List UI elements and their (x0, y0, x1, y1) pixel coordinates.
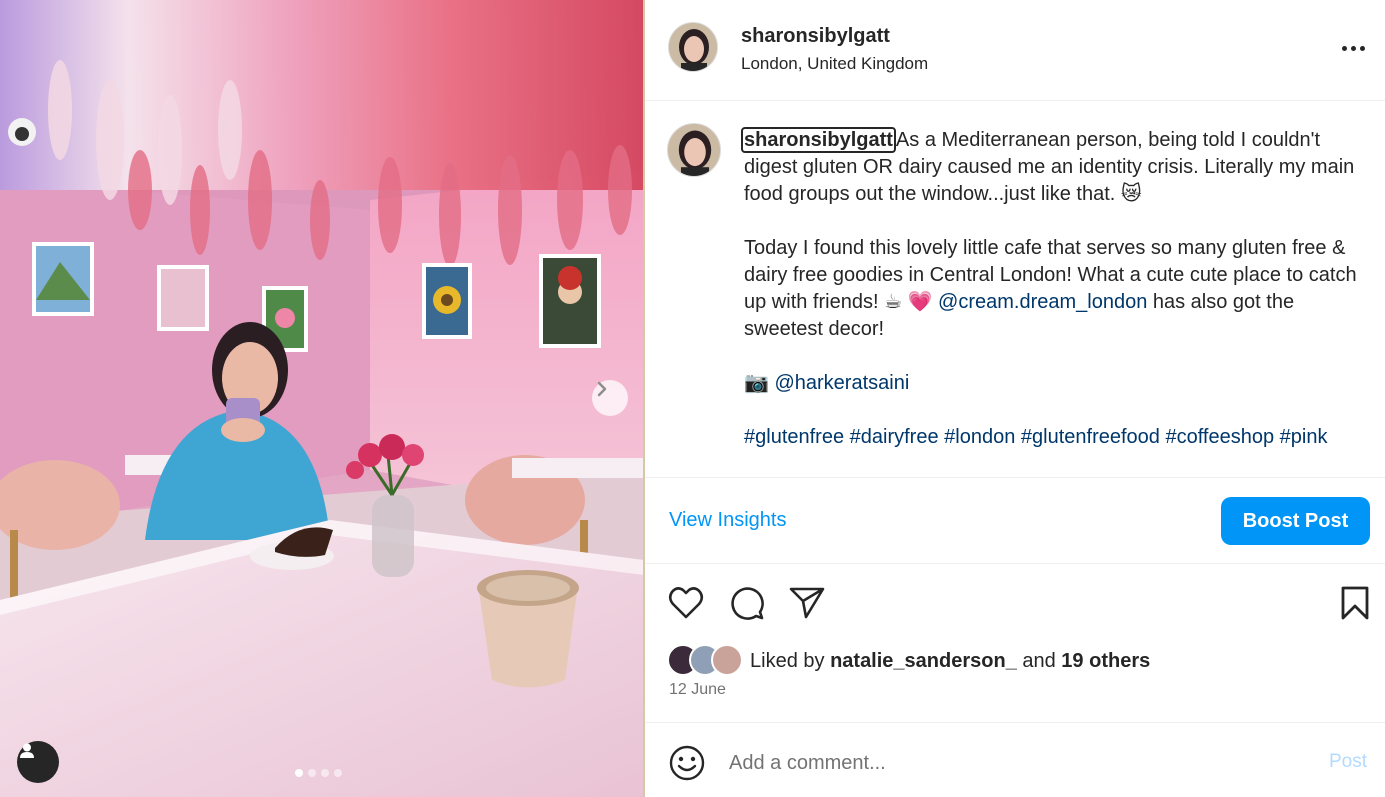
divider (645, 722, 1385, 723)
more-horizontal-icon (1341, 45, 1347, 51)
carousel-next-button[interactable] (592, 380, 628, 416)
emoji-picker-button[interactable] (667, 743, 707, 783)
share-button[interactable] (788, 584, 826, 622)
post-header: sharonsibylgatt London, United Kingdom (645, 0, 1385, 101)
more-dot (1350, 45, 1356, 51)
profile-photo-icon (669, 23, 717, 71)
caption-text: sharonsibylgatt As a Mediterranean person… (741, 127, 1364, 451)
chevron-right-icon (597, 381, 607, 397)
carousel-dot (321, 769, 329, 777)
bookmark-icon (1341, 586, 1369, 620)
liker-avatar (711, 644, 743, 676)
comment-button[interactable] (728, 584, 766, 622)
post-photo[interactable] (0, 0, 644, 797)
likes-middle: and (1016, 650, 1062, 672)
hashtag-list: #glutenfree #dairyfree #london #glutenfr… (744, 424, 1364, 451)
carousel-indicator (295, 769, 342, 777)
view-insights-link[interactable]: View Insights (669, 509, 786, 532)
like-button[interactable] (667, 584, 705, 622)
carousel-dot-active (295, 769, 303, 777)
hashtag-link[interactable]: #glutenfreefood (1021, 426, 1160, 448)
post-comment-button[interactable]: Post (1329, 751, 1367, 773)
photo-credit-mention[interactable]: @harkeratsaini (774, 372, 909, 394)
post-side-panel: sharonsibylgatt London, United Kingdom s… (645, 0, 1385, 797)
likes-summary: Liked by natalie_sanderson_ and 19 other… (750, 650, 1150, 673)
heart-icon (668, 587, 704, 619)
smiley-icon (669, 745, 705, 781)
hashtag-link[interactable]: #dairyfree (850, 426, 939, 448)
more-options-button[interactable] (1335, 36, 1371, 60)
caption-paragraph: sharonsibylgatt As a Mediterranean person… (741, 127, 1364, 208)
profile-photo-icon (668, 124, 720, 176)
carousel-dot (334, 769, 342, 777)
more-dot (1359, 45, 1365, 51)
caption-avatar[interactable] (667, 123, 721, 177)
post-author-username[interactable]: sharonsibylgatt (741, 25, 890, 48)
caption-section: sharonsibylgatt As a Mediterranean person… (645, 101, 1385, 478)
post-date[interactable]: 12 June (669, 681, 726, 699)
divider (645, 563, 1385, 564)
hashtag-link[interactable]: #pink (1280, 426, 1328, 448)
post-location[interactable]: London, United Kingdom (741, 54, 928, 74)
boost-post-button[interactable]: Boost Post (1221, 497, 1370, 545)
hashtag-link[interactable]: #glutenfree (744, 426, 844, 448)
share-icon (789, 587, 825, 619)
comment-input[interactable] (729, 746, 1309, 780)
cafe-photo-illustration (0, 0, 644, 797)
tagged-users-button[interactable] (17, 741, 59, 783)
caption-paragraph: Today I found this lovely little cafe th… (744, 235, 1364, 343)
avatar[interactable] (668, 22, 718, 72)
liker-avatars[interactable] (667, 644, 747, 678)
comment-icon (731, 587, 764, 620)
camera-icon: 📷 (744, 372, 769, 394)
hashtag-link[interactable]: #coffeeshop (1165, 426, 1274, 448)
carousel-dot (308, 769, 316, 777)
likes-prefix: Liked by (750, 650, 831, 672)
caption-username[interactable]: sharonsibylgatt (741, 127, 896, 153)
liker-username[interactable]: natalie_sanderson_ (830, 650, 1017, 672)
user-icon (20, 743, 34, 758)
photo-credit-line: 📷 @harkeratsaini (744, 370, 1364, 397)
mention-link[interactable]: @cream.dream_london (938, 291, 1147, 313)
save-button[interactable] (1336, 584, 1374, 622)
hashtag-link[interactable]: #london (944, 426, 1015, 448)
likes-others-link[interactable]: 19 others (1061, 650, 1150, 672)
